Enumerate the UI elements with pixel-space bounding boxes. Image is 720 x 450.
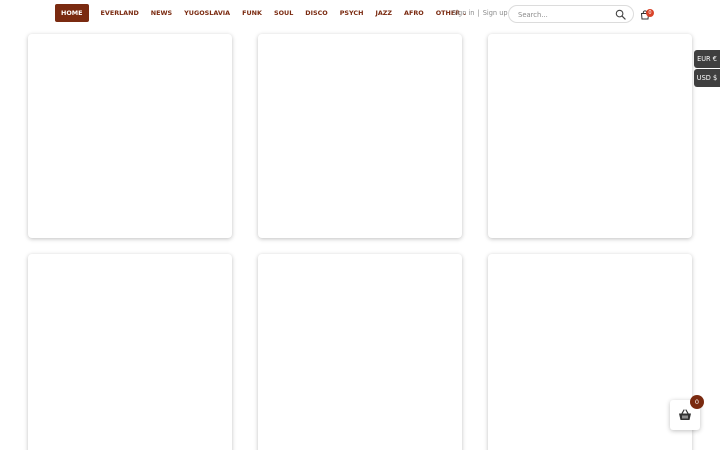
search-icon[interactable] bbox=[615, 9, 626, 20]
main-nav: HOME EVERLAND NEWS YUGOSLAVIA FUNK SOUL … bbox=[55, 4, 479, 22]
nav-disco[interactable]: DISCO bbox=[305, 4, 327, 22]
product-card[interactable] bbox=[258, 34, 462, 238]
basket-icon bbox=[679, 409, 691, 420]
nav-afro[interactable]: AFRO bbox=[404, 4, 424, 22]
product-card[interactable] bbox=[488, 254, 692, 450]
nav-home[interactable]: HOME bbox=[55, 4, 89, 22]
floating-cart-count-badge: 0 bbox=[690, 395, 704, 409]
sign-in-link[interactable]: Sign in bbox=[452, 9, 475, 17]
cart-count-badge: 0 bbox=[646, 9, 654, 17]
product-card[interactable] bbox=[28, 34, 232, 238]
auth-separator: | bbox=[477, 9, 480, 17]
nav-yugoslavia[interactable]: YUGOSLAVIA bbox=[184, 4, 230, 22]
nav-soul[interactable]: SOUL bbox=[274, 4, 293, 22]
currency-usd-button[interactable]: USD $ bbox=[694, 69, 720, 87]
search-input[interactable] bbox=[518, 8, 610, 21]
nav-everland[interactable]: EVERLAND bbox=[101, 4, 139, 22]
product-card[interactable] bbox=[488, 34, 692, 238]
nav-funk[interactable]: FUNK bbox=[242, 4, 262, 22]
currency-eur-button[interactable]: EUR € bbox=[694, 50, 720, 68]
nav-news[interactable]: NEWS bbox=[151, 4, 172, 22]
search-box bbox=[508, 5, 634, 23]
sign-up-link[interactable]: Sign up bbox=[483, 9, 508, 17]
product-card[interactable] bbox=[28, 254, 232, 450]
nav-jazz[interactable]: JAZZ bbox=[375, 4, 392, 22]
nav-psych[interactable]: PSYCH bbox=[340, 4, 364, 22]
auth-links: Sign in | Sign up bbox=[452, 9, 508, 17]
product-card[interactable] bbox=[258, 254, 462, 450]
site-header: HOME EVERLAND NEWS YUGOSLAVIA FUNK SOUL … bbox=[0, 0, 720, 28]
